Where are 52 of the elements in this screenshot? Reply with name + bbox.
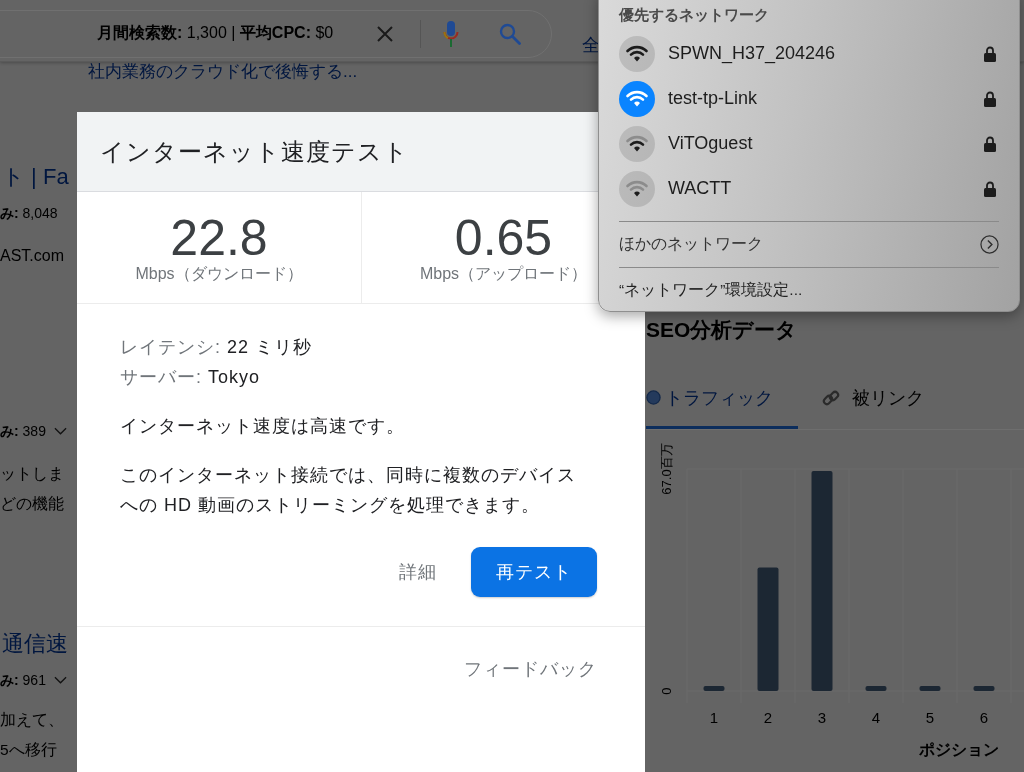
result-url: AST.com	[0, 246, 64, 266]
speed-unit: Mbps（アップロード）	[419, 264, 588, 284]
keyword-stats: み: 389	[0, 422, 46, 441]
close-icon[interactable]	[376, 24, 394, 43]
speed-value: 0.65	[454, 212, 553, 264]
speed-description: このインターネット接続では、同時に複数のデバイスへの HD 動画のストリーミングを処理できます。	[120, 464, 577, 517]
result-title[interactable]: ト | Fa	[0, 163, 69, 191]
category-label: 1	[709, 709, 719, 726]
chevron-down-icon[interactable]	[53, 427, 67, 435]
result-snippet: 5へ移行	[0, 740, 57, 760]
category-label: 4	[871, 709, 881, 726]
section-header: 優先するネットワーク	[619, 5, 769, 25]
detail-value: Tokyo	[208, 367, 261, 387]
detail-label: レイテンシ:	[120, 337, 221, 357]
mic-icon[interactable]	[443, 20, 459, 47]
chevron-down-icon[interactable]	[53, 676, 67, 684]
tick-label: 0	[659, 687, 675, 695]
network-item[interactable]: WACTT	[619, 166, 999, 211]
other-networks-item[interactable]: ほかのネットワーク	[619, 226, 999, 262]
detail-label: サーバー:	[120, 367, 202, 387]
details-button[interactable]: 詳細	[399, 560, 437, 584]
result-snippet: 加えて、	[0, 710, 64, 730]
network-item[interactable]: test-tp-Link	[619, 76, 999, 121]
panel-title: SEO分析データ	[646, 317, 799, 343]
category-label: 3	[817, 709, 827, 726]
axis-title: ポジション	[919, 741, 999, 758]
tick-label: 67.0百万	[659, 443, 675, 495]
retest-button[interactable]: 再テスト	[471, 547, 597, 597]
dialog-title: インターネット速度テスト	[100, 136, 409, 167]
network-item[interactable]: SPWN_H37_204246	[619, 31, 999, 76]
keyword-stats: み: 8,048	[0, 204, 58, 223]
detail-value: 22 ミリ秒	[227, 337, 313, 357]
circle-icon	[646, 390, 661, 405]
keyword-stats: 月間検索数: 1,300 | 平均CPC: $0	[97, 23, 334, 43]
keyword-stats: み: 961	[0, 671, 46, 690]
category-label: 5	[925, 709, 935, 726]
tab[interactable]: 被リンク	[798, 369, 924, 429]
link-icon	[822, 388, 840, 407]
result-snippet: どの機能	[0, 494, 64, 514]
result-snippet: ットしま	[0, 464, 64, 484]
speed-value: 22.8	[170, 212, 268, 264]
speed-unit: Mbps（ダウンロード）	[135, 264, 303, 284]
chevron-circle-icon	[980, 234, 999, 254]
feedback-link[interactable]: フィードバック	[464, 654, 597, 684]
network-item[interactable]: ViTOguest	[619, 121, 999, 166]
category-label: 2	[763, 709, 773, 726]
result-link[interactable]: 社内業務のクラウド化で後悔する...	[88, 62, 358, 81]
result-title[interactable]: 通信速	[0, 630, 68, 658]
speed-summary: インターネット速度は高速です。	[120, 415, 406, 438]
category-label: 6	[979, 709, 989, 726]
nav-tab[interactable]: 全	[582, 32, 600, 57]
network-preferences-item[interactable]: “ネットワーク”環境設定...	[619, 272, 999, 308]
